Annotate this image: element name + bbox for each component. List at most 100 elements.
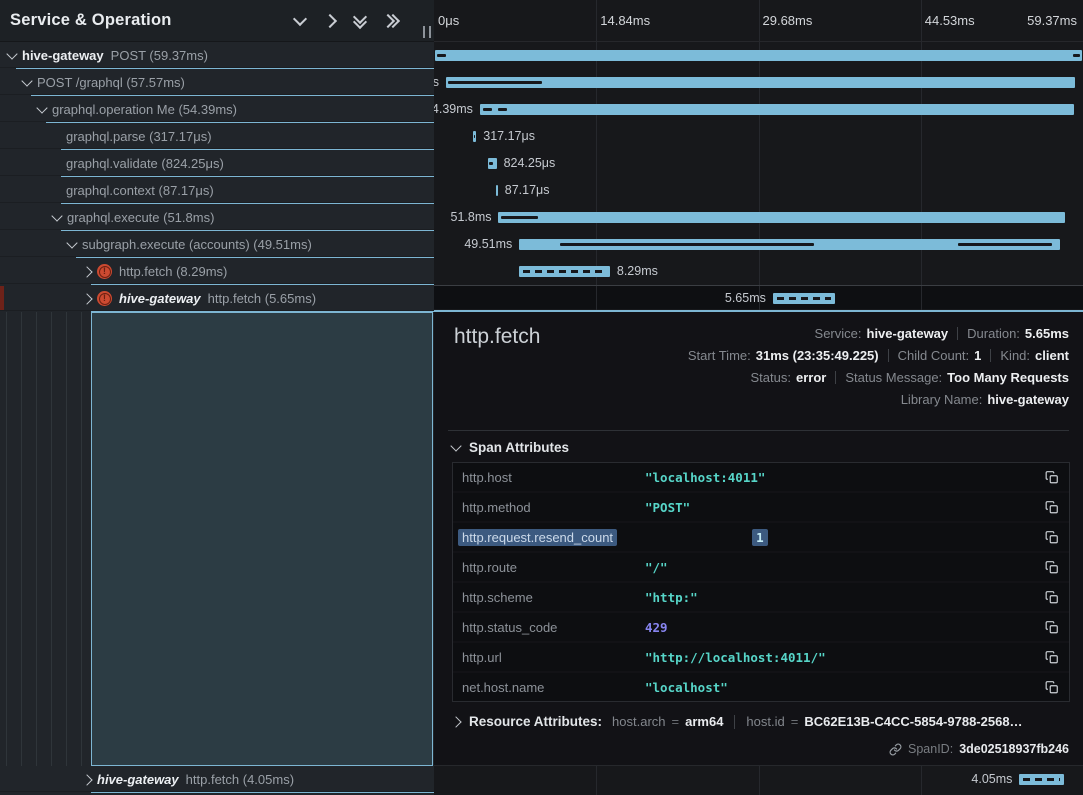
duration-label: 5.65ms	[725, 291, 766, 305]
attributes-table: http.host"localhost:4011"http.method"POS…	[452, 462, 1070, 702]
meta-label: Child Count:	[898, 348, 970, 363]
span-bar[interactable]	[488, 158, 497, 169]
chevron-down-icon[interactable]	[36, 102, 47, 113]
collapse-one-button[interactable]	[288, 9, 312, 33]
copy-icon[interactable]	[1039, 470, 1059, 485]
meta-label: Duration:	[967, 326, 1020, 341]
timeline-row: 87.17μs	[434, 177, 1083, 204]
collapse-all-button[interactable]	[348, 9, 372, 33]
chevron-right-icon[interactable]	[81, 266, 92, 277]
span-row[interactable]: POST /graphql (57.57ms)	[0, 69, 434, 96]
resource-value: arm64	[685, 714, 723, 729]
copy-icon[interactable]	[1039, 680, 1059, 695]
timeline-row: 49.51ms	[434, 231, 1083, 258]
expand-all-button[interactable]	[378, 9, 402, 33]
timeline-row: 8.29ms	[434, 258, 1083, 285]
meta-value: hive-gateway	[867, 326, 949, 341]
attribute-key: http.method	[462, 500, 645, 515]
chevron-down-icon	[450, 440, 461, 451]
indent-guide	[81, 312, 82, 766]
attribute-value: 1	[752, 529, 768, 546]
timeline-row: 51.8ms	[434, 204, 1083, 231]
copy-icon[interactable]	[1039, 590, 1059, 605]
expand-one-button[interactable]	[318, 9, 342, 33]
chevron-down-icon	[293, 12, 307, 26]
duration-label: 4.05ms	[971, 772, 1012, 786]
error-icon	[97, 264, 112, 279]
copy-icon[interactable]	[1039, 500, 1059, 515]
meta-line: Status:errorStatus Message:Too Many Requ…	[751, 368, 1070, 387]
timeline-row: 5.65ms	[434, 285, 1083, 312]
meta-value: client	[1035, 348, 1069, 363]
chevron-right-icon[interactable]	[81, 774, 92, 785]
span-row[interactable]: hive-gatewayhttp.fetch (4.05ms)	[0, 766, 434, 793]
copy-icon[interactable]	[1039, 560, 1059, 575]
attribute-row[interactable]: http.host"localhost:4011"	[453, 463, 1069, 491]
span-bar[interactable]	[1019, 774, 1063, 785]
chevron-down-icon[interactable]	[66, 237, 77, 248]
span-bar[interactable]	[496, 185, 498, 196]
span-attributes-title: Span Attributes	[469, 440, 569, 455]
attribute-row[interactable]: net.host.name"localhost"	[453, 673, 1069, 701]
span-bar[interactable]	[480, 104, 1075, 115]
spanid-row: SpanID: 3de02518937fb246	[889, 742, 1069, 756]
timeline-row	[434, 42, 1083, 69]
meta-value: 31ms (23:35:49.225)	[756, 348, 879, 363]
span-bar[interactable]	[519, 239, 1060, 250]
chevron-down-icon[interactable]	[21, 75, 32, 86]
resource-key: host.id	[746, 714, 784, 729]
span-bar[interactable]	[435, 50, 1083, 61]
span-bar[interactable]	[446, 77, 1075, 88]
span-row[interactable]: graphql.operation Me (54.39ms)	[0, 96, 434, 123]
span-detail-title: http.fetch	[454, 325, 540, 349]
duration-label: 8.29ms	[617, 264, 658, 278]
copy-icon[interactable]	[1039, 650, 1059, 665]
span-bar[interactable]	[498, 212, 1064, 223]
span-bar[interactable]	[773, 293, 835, 304]
timeline-row: 54.39ms	[434, 96, 1083, 123]
meta-label: Library Name:	[901, 392, 983, 407]
attribute-row[interactable]: http.status_code429	[453, 613, 1069, 641]
attribute-value: "/"	[645, 560, 1031, 575]
span-row[interactable]: subgraph.execute (accounts) (49.51ms)	[0, 231, 434, 258]
chevron-down-icon[interactable]	[51, 210, 62, 221]
span-row[interactable]: graphql.validate (824.25μs)	[0, 150, 434, 177]
attribute-row[interactable]: http.route"/"	[453, 553, 1069, 581]
span-bar[interactable]	[473, 131, 476, 142]
attribute-key: http.host	[462, 470, 645, 485]
span-row[interactable]: graphql.parse (317.17μs)	[0, 123, 434, 150]
attribute-key: http.route	[462, 560, 645, 575]
span-row[interactable]: graphql.execute (51.8ms)	[0, 204, 434, 231]
panel-title: Service & Operation	[10, 11, 172, 30]
meta-line: Start Time:31ms (23:35:49.225)Child Coun…	[688, 346, 1069, 365]
span-label: graphql.execute (51.8ms)	[67, 210, 214, 225]
resource-attributes-row[interactable]: Resource Attributes: host.arch=arm64host…	[452, 714, 1070, 729]
duration-label: 49.51ms	[464, 237, 512, 251]
trace-viewer: 0μs 14.84ms 29.68ms 44.53ms 59.37ms 57.5…	[0, 0, 1083, 795]
attribute-key: net.host.name	[462, 680, 645, 695]
duration-label: 54.39ms	[434, 102, 473, 116]
meta-value: Too Many Requests	[947, 370, 1069, 385]
span-label: graphql.context (87.17μs)	[66, 183, 214, 198]
resource-attributes-title: Resource Attributes:	[469, 714, 602, 729]
attribute-row[interactable]: http.method"POST"	[453, 493, 1069, 521]
copy-icon[interactable]	[1039, 620, 1059, 635]
attribute-row[interactable]: http.request.resend_count1	[453, 523, 1069, 551]
span-row[interactable]: hive-gatewayhttp.fetch (5.65ms)	[0, 285, 434, 312]
span-attributes-header[interactable]: Span Attributes	[452, 440, 569, 455]
span-row[interactable]: hive-gatewayPOST (59.37ms)	[0, 42, 434, 69]
chevron-down-icon[interactable]	[6, 48, 17, 59]
timeline-row: 57.57ms	[434, 69, 1083, 96]
span-label: graphql.parse (317.17μs)	[66, 129, 212, 144]
panel-resize-handle[interactable]	[423, 26, 431, 38]
timeline-row: 4.05ms	[434, 766, 1083, 793]
chevron-right-icon[interactable]	[81, 293, 92, 304]
attribute-row[interactable]: http.url"http://localhost:4011/"	[453, 643, 1069, 671]
attribute-row[interactable]: http.scheme"http:"	[453, 583, 1069, 611]
link-icon[interactable]	[889, 743, 902, 756]
span-bar[interactable]	[519, 266, 610, 277]
copy-icon[interactable]	[1039, 530, 1059, 545]
span-row[interactable]: graphql.context (87.17μs)	[0, 177, 434, 204]
spanid-label: SpanID:	[908, 742, 953, 756]
span-row[interactable]: http.fetch (8.29ms)	[0, 258, 434, 285]
